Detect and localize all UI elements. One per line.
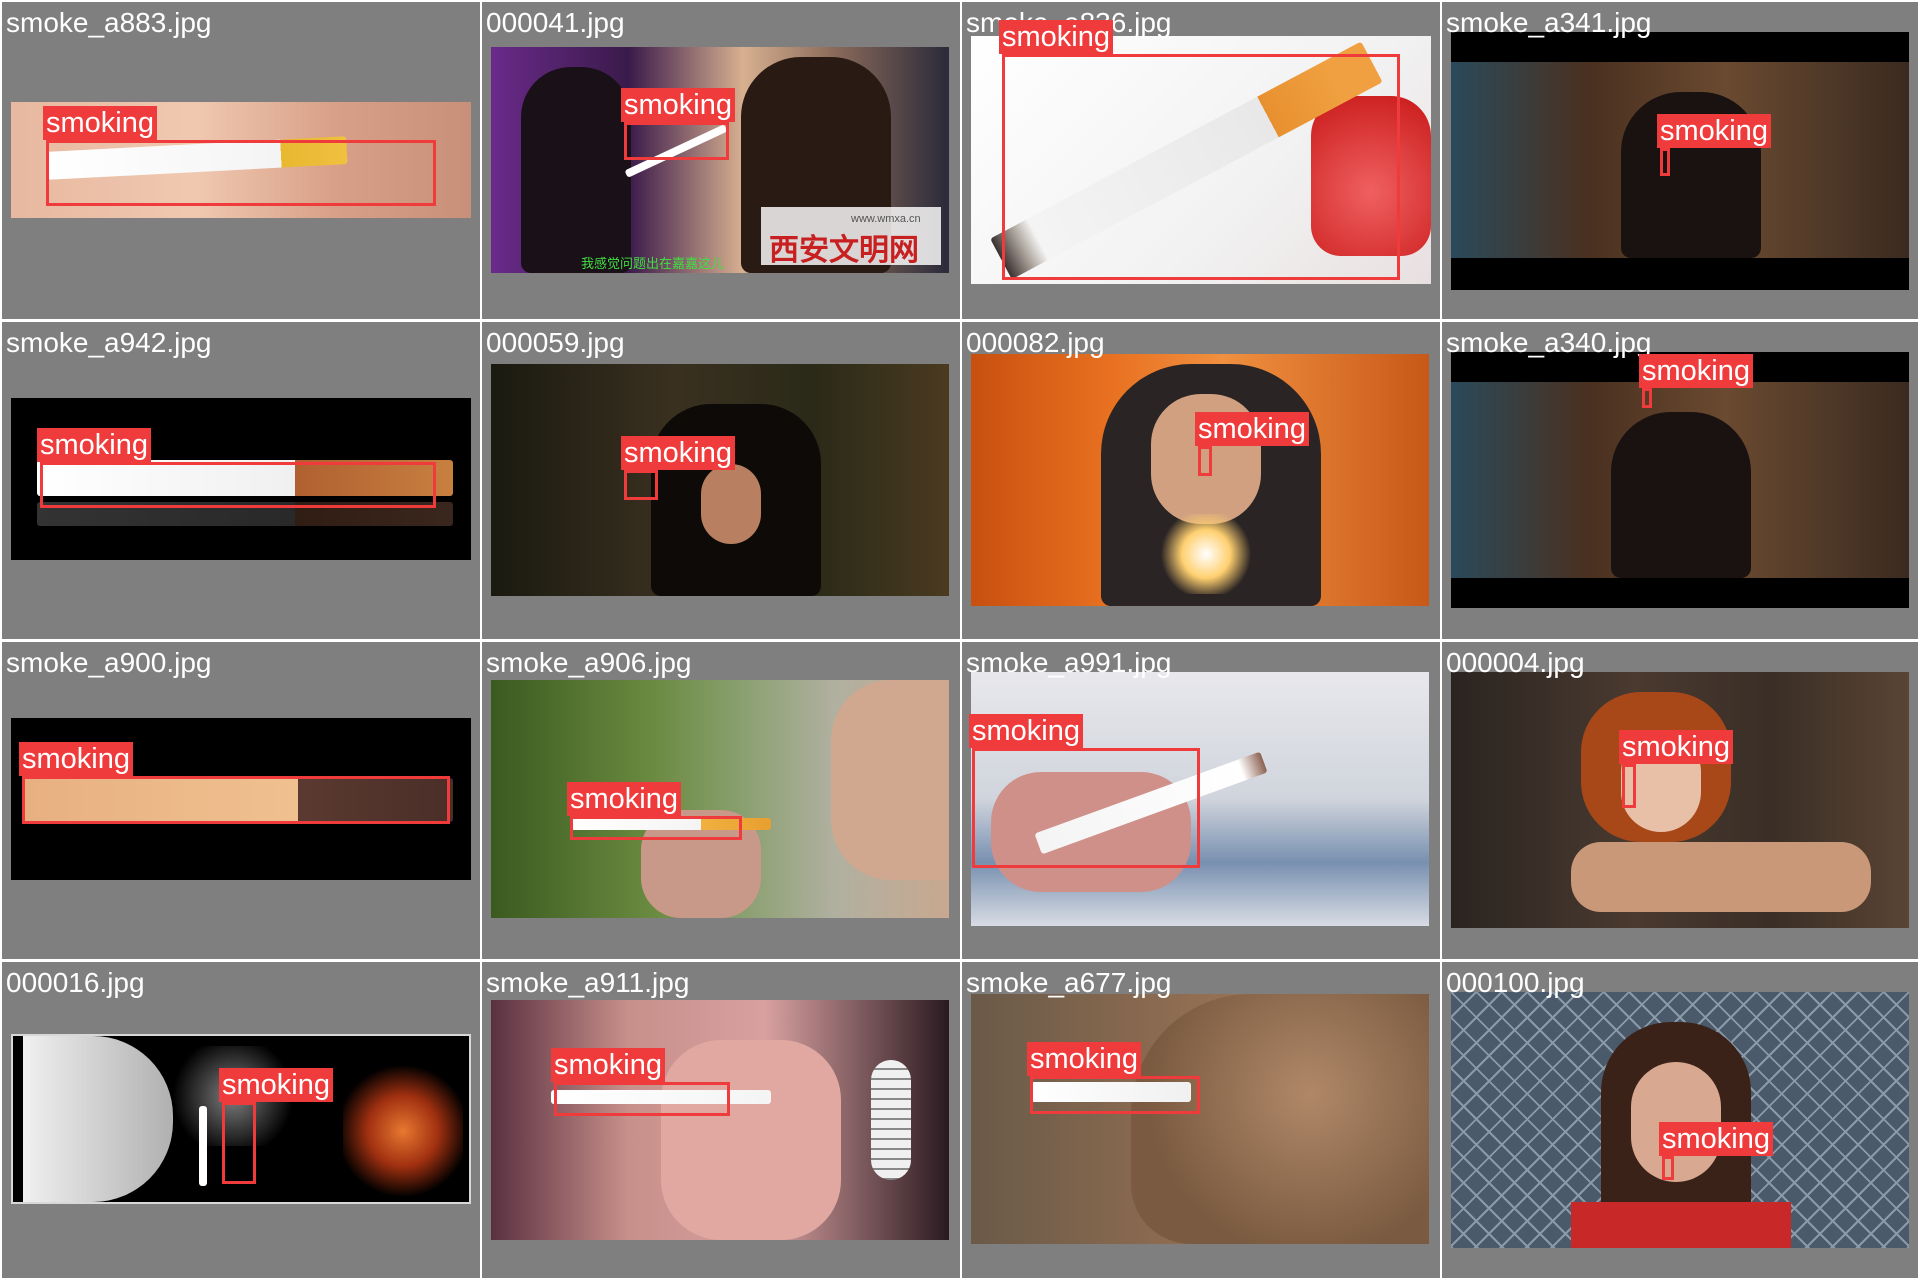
hand [661,1040,841,1240]
detection-label: smoking [999,20,1113,54]
detection-box [1002,54,1400,280]
face [701,464,761,544]
filename-label: 000082.jpg [966,327,1105,358]
filename-label: smoke_a341.jpg [1446,7,1652,38]
filename-label: smoke_a906.jpg [486,647,692,678]
grid-cell[interactable]: 000100.jpg smoking [1442,962,1918,1278]
detection-box [22,776,450,824]
grid-cell[interactable]: smoke_a883.jpg smoking [2,2,480,319]
detection-box [1662,1156,1674,1180]
filename-label: smoke_a942.jpg [6,327,212,358]
face [23,1036,173,1202]
photo [971,994,1429,1244]
photo [1451,672,1909,928]
hands [1571,842,1871,912]
grid-cell[interactable]: smoke_a341.jpg smoking [1442,2,1918,319]
photo [491,1000,949,1240]
filename-label: smoke_a991.jpg [966,647,1172,678]
photo [491,680,949,918]
grid-cell[interactable]: smoke_a991.jpg smoking [962,642,1440,959]
detection-label: smoking [1639,354,1753,388]
detection-box [1642,388,1652,408]
necklace [871,1060,911,1180]
face [1131,994,1429,1244]
detection-label: smoking [19,742,133,776]
detection-box [1030,1076,1200,1114]
filename-label: smoke_a883.jpg [6,7,212,38]
person-silhouette [521,67,631,273]
detection-label: smoking [1619,730,1733,764]
detection-box [222,1102,256,1184]
grid-cell[interactable]: smoke_a900.jpg smoking [2,642,480,959]
photo [1451,992,1909,1248]
person-silhouette [1611,412,1751,578]
watermark-logo: 西安文明网 [769,234,919,267]
grid-cell[interactable]: smoke_a340.jpg smoking [1442,322,1918,639]
photo [1451,352,1909,608]
filename-label: 000004.jpg [1446,647,1585,678]
detection-label: smoking [551,1048,665,1082]
detection-grid: smoke_a883.jpg smoking 000041.jpg www.wm… [0,0,1920,1280]
grid-cell[interactable]: 000016.jpg smoking [2,962,480,1278]
detection-label: smoking [621,436,735,470]
grid-cell[interactable]: 000041.jpg www.wmxa.cn 西安文明网 我感觉问题出在嘉嘉这儿… [482,2,960,319]
watermark-url: www.wmxa.cn [851,213,921,225]
detection-label: smoking [43,106,157,140]
detection-label: smoking [1195,412,1309,446]
detection-box [624,122,729,160]
detection-box [1198,446,1212,476]
filename-label: 000059.jpg [486,327,625,358]
detection-label: smoking [1659,1122,1773,1156]
detection-label: smoking [37,428,151,462]
grid-cell[interactable]: smoke_a836.jpg smoking [962,2,1440,319]
detection-label: smoking [969,714,1083,748]
detection-label: smoking [219,1068,333,1102]
shirt [1571,1202,1791,1248]
filename-label: 000100.jpg [1446,967,1585,998]
face [831,680,949,880]
detection-box [1660,148,1670,176]
filename-label: 000016.jpg [6,967,145,998]
photo [971,354,1429,606]
filename-label: smoke_a340.jpg [1446,327,1652,358]
detection-box [554,1082,730,1116]
grid-cell[interactable]: smoke_a911.jpg smoking [482,962,960,1278]
filename-label: smoke_a911.jpg [486,967,690,998]
grid-cell[interactable]: 000082.jpg smoking [962,322,1440,639]
grid-cell[interactable]: smoke_a906.jpg smoking [482,642,960,959]
detection-box [570,816,742,840]
detection-box [624,470,658,500]
filename-label: 000041.jpg [486,7,625,38]
grid-cell[interactable]: 000004.jpg smoking [1442,642,1918,959]
detection-box [40,462,436,508]
fire-swirl [343,1066,463,1196]
subtitle-caption: 我感觉问题出在嘉嘉这儿 [581,256,725,271]
photo: www.wmxa.cn 西安文明网 我感觉问题出在嘉嘉这儿 [491,47,949,273]
detection-box [46,140,436,206]
flame [1161,514,1251,594]
detection-label: smoking [621,88,735,122]
grid-cell[interactable]: smoke_a942.jpg smoking [2,322,480,639]
detection-label: smoking [1027,1042,1141,1076]
cigarette [199,1106,207,1186]
detection-label: smoking [567,782,681,816]
grid-cell[interactable]: 000059.jpg smoking [482,322,960,639]
detection-box [972,748,1200,868]
photo [491,364,949,596]
detection-label: smoking [1657,114,1771,148]
filename-label: smoke_a900.jpg [6,647,212,678]
detection-box [1622,764,1636,808]
photo [1451,32,1909,290]
grid-cell[interactable]: smoke_a677.jpg smoking [962,962,1440,1278]
filename-label: smoke_a677.jpg [966,967,1172,998]
